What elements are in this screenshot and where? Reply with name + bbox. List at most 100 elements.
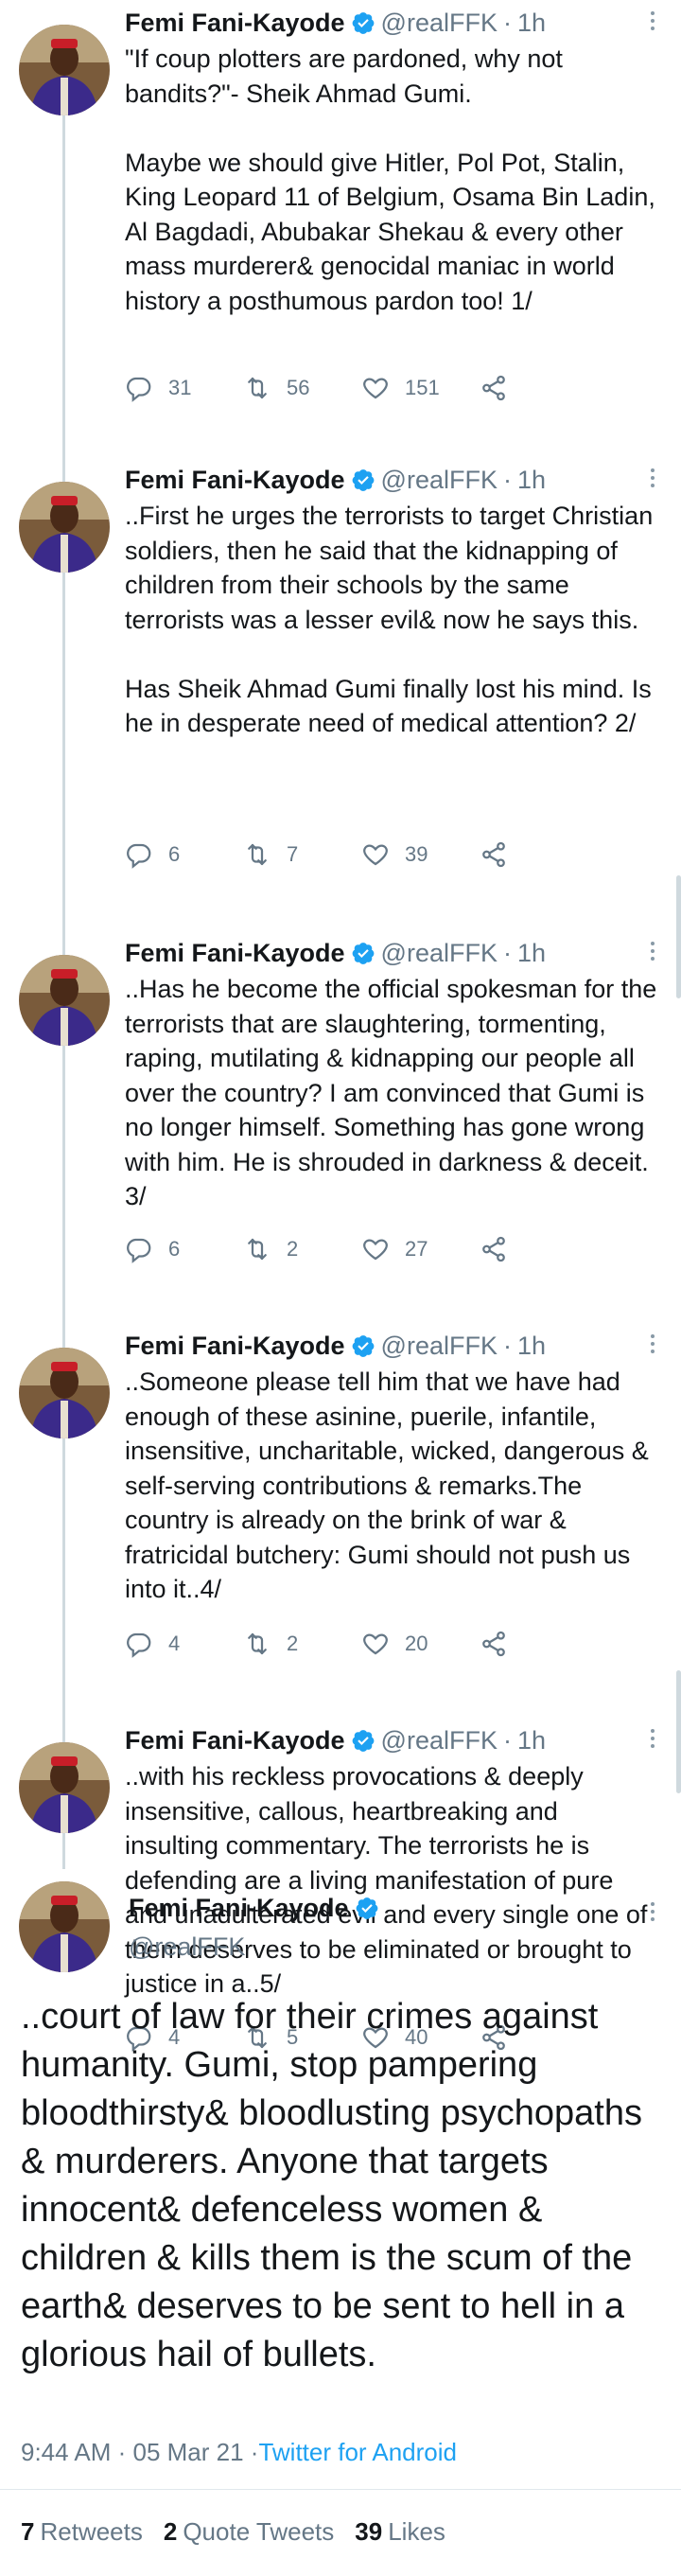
- author-name[interactable]: Femi Fani-Kayode: [129, 1891, 385, 1925]
- tweet-header: Femi Fani-Kayode @realFFK · 1h: [125, 1723, 658, 1757]
- reply-icon: [127, 843, 151, 869]
- like-button[interactable]: 27: [361, 1235, 480, 1263]
- reply-count: 31: [168, 376, 192, 399]
- author-handle[interactable]: @realFFK: [381, 466, 498, 495]
- retweet-count: 56: [287, 376, 310, 399]
- profile-photo: [19, 1348, 110, 1438]
- tweet-time[interactable]: 1h: [517, 9, 546, 38]
- share-button[interactable]: [480, 1630, 517, 1658]
- verified-badge-icon: [351, 1333, 375, 1358]
- reply-button[interactable]: 4: [125, 1630, 243, 1658]
- scrollbar-thumb[interactable]: [676, 875, 681, 998]
- share-button[interactable]: [480, 374, 517, 402]
- verified-badge-icon: [351, 941, 375, 965]
- retweet-button[interactable]: 56: [243, 374, 361, 402]
- reply-button[interactable]: 6: [125, 1235, 243, 1263]
- retweet-icon: [248, 1632, 267, 1655]
- tweet-timestamp[interactable]: 9:44 AM · 05 Mar 21 ·: [21, 2438, 258, 2467]
- retweets-stat[interactable]: 7 Retweets: [21, 2517, 143, 2547]
- avatar[interactable]: [19, 482, 110, 573]
- like-button[interactable]: 20: [361, 1630, 480, 1658]
- like-count: 20: [405, 1632, 428, 1655]
- likes-stat[interactable]: 39 Likes: [355, 2517, 445, 2547]
- retweet-button[interactable]: 2: [243, 1630, 361, 1658]
- reply-button[interactable]: 6: [125, 840, 243, 869]
- profile-photo: [19, 482, 110, 573]
- author-handle[interactable]: @realFFK: [381, 1726, 498, 1756]
- more-options-icon[interactable]: [647, 11, 658, 34]
- author-handle[interactable]: @realFFK: [381, 1332, 498, 1361]
- retweet-button[interactable]: 2: [243, 1235, 361, 1263]
- more-options-icon[interactable]: [647, 942, 658, 964]
- tweet-actions: 6 2 27: [125, 1232, 579, 1266]
- author-handle[interactable]: @realFFK: [381, 9, 498, 38]
- verified-badge-icon: [351, 1728, 375, 1753]
- tweet-time[interactable]: 1h: [517, 939, 546, 968]
- separator-dot: ·: [502, 1331, 512, 1360]
- tweet-text: ..with his reckless provocations & deepl…: [125, 1762, 655, 1998]
- author-name[interactable]: Femi Fani-Kayode: [125, 1726, 345, 1756]
- tweet-time[interactable]: 1h: [517, 1332, 546, 1361]
- tweet-content: Femi Fani-Kayode @realFFK · 1h ..Someone…: [125, 1329, 658, 1607]
- share-button[interactable]: [480, 840, 517, 869]
- avatar[interactable]: [19, 955, 110, 1046]
- more-options-icon[interactable]: [647, 1902, 658, 1925]
- tweet-header: Femi Fani-Kayode @realFFK · 1h: [125, 1329, 658, 1363]
- reply-icon: [127, 377, 151, 402]
- share-button[interactable]: [480, 1235, 517, 1263]
- divider: [0, 2489, 681, 2490]
- profile-photo: [19, 25, 110, 115]
- tweet-time[interactable]: 1h: [517, 466, 546, 495]
- tweet-text: ..Has he become the official spokesman f…: [125, 975, 664, 1210]
- heart-icon: [363, 1239, 388, 1261]
- tweet-text: "If coup plotters are pardoned, why not …: [125, 44, 655, 315]
- reply-count: 4: [168, 1632, 181, 1655]
- profile-photo: [19, 1881, 110, 1972]
- author-name[interactable]: Femi Fani-Kayode: [125, 9, 345, 38]
- tweet-header: Femi Fani-Kayode @realFFK · 1h: [125, 936, 658, 970]
- scrollbar-thumb[interactable]: [676, 1670, 681, 1793]
- avatar[interactable]: [19, 1348, 110, 1438]
- more-options-icon[interactable]: [647, 468, 658, 491]
- avatar[interactable]: [19, 1742, 110, 1833]
- author-name[interactable]: Femi Fani-Kayode: [125, 1332, 345, 1361]
- like-count: 151: [405, 376, 440, 399]
- separator-dot: ·: [502, 938, 512, 967]
- author-name[interactable]: Femi Fani-Kayode: [125, 466, 345, 495]
- tweet-content: Femi Fani-Kayode @realFFK · 1h "If coup …: [125, 6, 658, 318]
- author-handle[interactable]: @realFFK: [381, 939, 498, 968]
- tweet-time[interactable]: 1h: [517, 1726, 546, 1756]
- tweet-header: Femi Fani-Kayode @realFFK · 1h: [125, 6, 658, 40]
- tweet-stats: 7 Retweets 2 Quote Tweets 39 Likes: [21, 2517, 466, 2547]
- share-icon: [482, 1236, 505, 1262]
- verified-badge-icon: [355, 1896, 379, 1920]
- retweet-count: 2: [287, 1632, 299, 1655]
- author-handle[interactable]: @realFFK: [129, 1932, 385, 1962]
- tweet-text: ..court of law for their crimes against …: [21, 1997, 653, 2374]
- author-name[interactable]: Femi Fani-Kayode: [125, 939, 345, 968]
- like-count: 27: [405, 1237, 428, 1261]
- like-button[interactable]: 151: [361, 374, 480, 402]
- tweet-actions: 31 56 151: [125, 371, 579, 405]
- tweet-content: Femi Fani-Kayode @realFFK · 1h ..Has he …: [125, 936, 658, 1214]
- reply-button[interactable]: 31: [125, 374, 243, 402]
- tweet-text: ..First he urges the terrorists to targe…: [125, 502, 654, 737]
- profile-photo: [19, 1742, 110, 1833]
- like-count: 39: [405, 842, 428, 866]
- avatar[interactable]: [19, 1881, 110, 1972]
- separator-dot: ·: [502, 8, 512, 37]
- retweet-button[interactable]: 7: [243, 840, 361, 869]
- retweet-icon: [248, 377, 267, 399]
- tweet-actions: 4 2 20: [125, 1627, 579, 1661]
- like-button[interactable]: 39: [361, 840, 480, 869]
- more-options-icon[interactable]: [647, 1729, 658, 1752]
- reply-count: 6: [168, 842, 181, 866]
- quote-tweets-stat[interactable]: 2 Quote Tweets: [164, 2517, 334, 2547]
- retweet-icon: [248, 1238, 267, 1261]
- avatar[interactable]: [19, 25, 110, 115]
- tweet-source-link[interactable]: Twitter for Android: [258, 2438, 457, 2467]
- author-block: Femi Fani-Kayode @realFFK: [129, 1891, 385, 1962]
- more-options-icon[interactable]: [647, 1334, 658, 1357]
- tweet-actions: 6 7 39: [125, 838, 579, 872]
- separator-dot: ·: [502, 465, 512, 494]
